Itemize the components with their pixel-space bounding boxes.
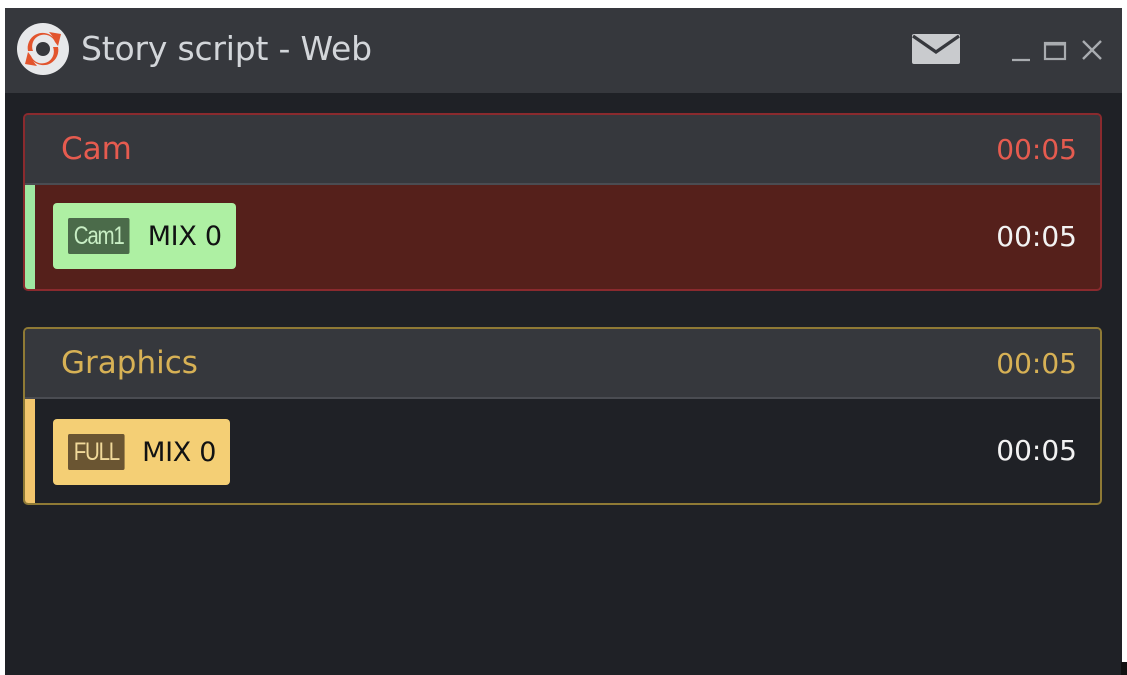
maximize-icon[interactable] [1041,34,1069,64]
item-tag: FULL [68,434,125,470]
row-status-stripe [25,185,35,289]
window-controls [1007,34,1111,64]
item-label: MIX 0 [147,220,222,252]
group-header[interactable]: Cam 00:05 [25,115,1100,185]
window-title: Story script - Web [81,29,372,68]
group-cam: Cam 00:05 Cam1 MIX 0 00:05 [23,113,1102,291]
close-icon[interactable] [1077,34,1105,64]
app-logo-icon [17,23,69,75]
story-item-row[interactable]: Cam1 MIX 0 00:05 [25,185,1100,289]
group-header[interactable]: Graphics 00:05 [25,329,1100,399]
item-chip[interactable]: FULL MIX 0 [53,419,231,485]
item-chip[interactable]: Cam1 MIX 0 [53,203,236,269]
item-duration: 00:05 [996,434,1077,467]
group-title: Cam [61,131,132,167]
group-duration: 00:05 [996,347,1077,380]
title-bar[interactable]: Story script - Web [5,8,1122,93]
group-title: Graphics [61,345,198,381]
row-status-stripe [25,399,35,503]
resize-grip[interactable] [1121,662,1127,675]
item-duration: 00:05 [996,220,1077,253]
minimize-icon[interactable] [1007,34,1035,64]
group-duration: 00:05 [996,133,1077,166]
story-item-row[interactable]: FULL MIX 0 00:05 [25,399,1100,503]
group-graphics: Graphics 00:05 FULL MIX 0 00:05 [23,327,1102,505]
mail-icon[interactable] [911,33,961,65]
item-label: MIX 0 [142,436,217,468]
item-tag: Cam1 [68,218,130,254]
story-script-window: Story script - Web Cam 00:05 Cam1 MIX 0 … [5,8,1122,675]
